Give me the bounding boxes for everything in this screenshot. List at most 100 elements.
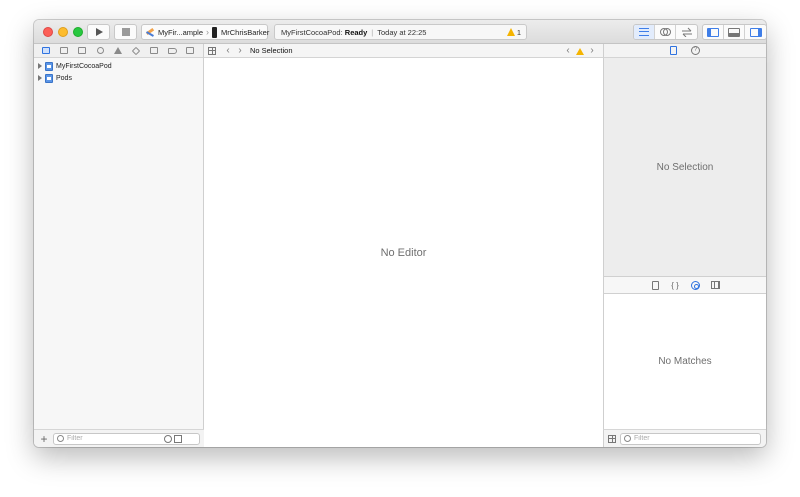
add-file-button[interactable]: + [38,433,50,445]
tab-file-templates[interactable] [645,280,665,290]
navigator-area: MyFirstCocoaPod Pods + [34,44,204,447]
editor-placeholder: No Editor [380,246,427,259]
tree-item-label: Pods [56,74,72,82]
filter-icon [57,435,64,442]
scheme-device-label: MrChrisBarker [221,27,270,37]
grid-view-icon[interactable] [608,434,616,443]
scheme-selector[interactable]: MyFir...ample › MrChrisBarker [141,24,269,40]
tab-symbol-navigator[interactable] [73,44,91,58]
disclosure-triangle-icon[interactable] [38,75,42,81]
test-diamond-icon [131,46,141,55]
toolbar: MyFir...ample › MrChrisBarker MyFirstCoc… [34,20,766,44]
stop-icon [121,28,130,36]
assistant-editor-button[interactable] [655,25,676,39]
tab-find-navigator[interactable] [91,44,109,58]
standard-editor-button[interactable] [634,25,655,39]
next-issue-button[interactable]: › [586,46,598,56]
minimize-window-button[interactable] [58,27,68,37]
warning-icon[interactable] [576,47,584,55]
warning-outline-icon [114,47,122,54]
quick-help-icon[interactable]: ? [691,46,700,55]
search-icon [96,47,104,54]
source-control-filter-icon[interactable] [174,434,182,443]
back-button[interactable]: ‹ [222,45,234,56]
inspector-tabs: ? [603,44,766,58]
tab-media-library[interactable] [705,281,725,289]
object-library-icon [690,280,700,290]
speech-bubble-icon [186,47,194,54]
navigator-panel-icon [707,27,719,37]
media-library-icon [710,281,720,289]
jump-bar-title[interactable]: No Selection [250,46,293,55]
xcode-project-icon [45,61,53,71]
related-items-icon[interactable] [208,46,216,55]
run-button[interactable] [87,24,110,40]
tab-test-navigator[interactable] [127,44,145,58]
braces-icon: { } [671,280,679,290]
version-editor-button[interactable] [676,25,697,39]
iphone-icon [212,26,218,38]
tab-project-navigator[interactable] [37,44,55,58]
hierarchy-icon [78,47,86,54]
hammer-icon [145,27,155,37]
warnings-indicator[interactable]: 1 [506,27,521,37]
tab-breakpoint-navigator[interactable] [163,44,181,58]
scheme-target[interactable]: MyFir...ample [142,25,206,39]
tab-issue-navigator[interactable] [109,44,127,58]
xcode-window: MyFir...ample › MrChrisBarker MyFirstCoc… [34,20,766,447]
tab-source-control-navigator[interactable] [55,44,73,58]
editor-mode-selector [633,24,698,40]
previous-issue-button[interactable]: ‹ [562,46,574,56]
scheme-device[interactable]: MrChrisBarker [209,25,272,39]
library-tabs: { } [603,276,766,294]
tab-code-snippets[interactable]: { } [665,281,685,290]
library-area: No Matches [603,294,766,429]
toggle-navigator-button[interactable] [703,25,724,39]
tab-report-navigator[interactable] [181,44,199,58]
inspector-placeholder: No Selection [656,161,714,173]
warning-icon [506,28,515,36]
folder-icon [42,47,50,54]
jump-bar: ‹ › No Selection ‹ › [204,44,603,58]
debug-gauge-icon [150,47,158,54]
activity-status: Ready [344,27,368,37]
toggle-utilities-button[interactable] [745,25,766,39]
xcode-project-icon [45,73,53,83]
play-icon [96,28,103,36]
forward-button[interactable]: › [234,45,246,56]
activity-project: MyFirstCocoaPod: [281,27,343,37]
filter-icon [624,435,631,442]
project-tree: MyFirstCocoaPod Pods [34,58,203,84]
stop-button[interactable] [114,24,137,40]
navigator-filter-input[interactable] [67,433,162,444]
library-footer [603,429,766,447]
version-editor-icon [681,27,692,37]
breakpoint-icon [167,47,177,54]
standard-editor-icon [639,28,649,36]
warning-count: 1 [516,27,521,37]
assistant-editor-icon [659,28,671,36]
activity-viewer: MyFirstCocoaPod: Ready | Today at 22:25 … [274,24,527,40]
disclosure-triangle-icon[interactable] [38,63,42,69]
tree-item-pods[interactable]: Pods [34,72,203,84]
navigator-tabs [34,44,203,58]
library-filter [620,432,761,445]
tab-debug-navigator[interactable] [145,44,163,58]
utilities-panel-icon [749,27,762,37]
zoom-window-button[interactable] [73,27,83,37]
file-inspector-icon[interactable] [670,46,677,55]
debug-panel-icon [728,27,740,37]
tree-item-label: MyFirstCocoaPod [56,62,112,70]
view-panels-selector [702,24,766,40]
divider: | [371,27,374,37]
scheme-target-label: MyFir...ample [158,27,204,37]
tree-item-project[interactable]: MyFirstCocoaPod [34,60,203,72]
tab-object-library[interactable] [685,280,705,290]
source-control-icon [60,47,68,54]
recent-files-icon[interactable] [164,434,172,443]
close-window-button[interactable] [43,27,53,37]
inspector-area: No Selection [603,58,766,276]
toggle-debug-area-button[interactable] [724,25,745,39]
activity-time: Today at 22:25 [377,27,427,37]
library-filter-input[interactable] [634,433,754,444]
